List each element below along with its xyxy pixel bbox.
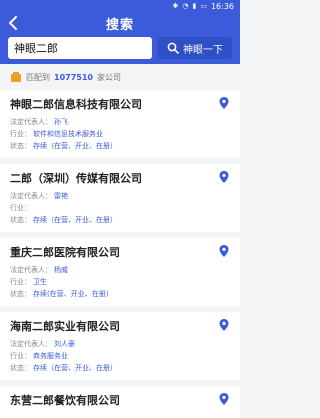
battery-icon: ▭ [200,2,207,10]
rep-row: 法定代表人： 刘人豪 [10,338,230,350]
list-item[interactable]: 二郎（深圳）传媒有限公司 法定代表人： 雷艳 行业： 状态： 存续（在营、开业、在册… [0,164,240,232]
status-label: 状态： [10,216,31,224]
industry-label: 行业： [10,204,31,212]
industry-label: 行业： [10,278,31,286]
location-pin-icon[interactable] [218,392,230,406]
industry-label: 行业： [10,352,31,360]
top-bar: 搜索 [0,12,240,34]
result-list: 神眼二郎信息科技有限公司 法定代表人： 孙飞 行业： 软件和信息技术服务业 状态：存… [0,90,240,418]
list-item[interactable]: 东营二郎餐饮有限公司 [0,386,240,418]
result-summary: 匹配到 1077510 家公司 [0,64,240,90]
back-arrow-icon [9,16,17,30]
company-name: 神眼二郎信息科技有限公司 [10,98,142,111]
status-label: 状态： [10,290,31,298]
status-value: 存续（在营、开业、在册） [33,142,117,150]
industry-row: 行业： 卫生 [10,276,230,288]
status-row: 状态： 存续（在营、开业、在册） [10,214,230,226]
search-input-value: 神眼二郎 [14,42,58,55]
rep-label: 法定代表人： [10,192,52,200]
status-row: 状态： 存续(在营、开业、在册) [10,288,230,300]
rep-label: 法定代表人： [10,118,52,126]
status-value: 存续(在营、开业、在册) [33,290,109,298]
company-name: 海南二郎实业有限公司 [10,320,120,333]
search-icon [167,42,179,54]
rep-value: 刘人豪 [54,340,75,348]
status-value: 存续（在营、开业、在册） [33,364,117,372]
company-name: 重庆二郎医院有限公司 [10,246,120,259]
rep-label: 法定代表人： [10,266,52,274]
search-button-label: 神眼一下 [183,44,223,56]
rep-value: 雷艳 [54,192,68,200]
industry-row: 行业： [10,202,230,214]
status-row: 状态： 存续（在营、开业、在册） [10,362,230,374]
rep-row: 法定代表人： 雷艳 [10,190,230,202]
summary-suffix: 家公司 [96,72,121,82]
industry-label: 行业： [10,130,31,138]
industry-value: 商务服务业 [33,352,68,360]
list-item[interactable]: 重庆二郎医院有限公司 法定代表人： 杨威 行业： 卫生 状态： 存续(在营、开业、在册… [0,238,240,306]
back-button[interactable] [6,14,20,32]
rep-value: 杨威 [54,266,68,274]
company-icon [11,72,21,82]
rep-label: 法定代表人： [10,340,52,348]
signal-icon: ▮ [192,2,197,10]
location-pin-icon[interactable] [218,318,230,332]
rep-row: 法定代表人： 杨威 [10,264,230,276]
search-input[interactable]: 神眼二郎 [8,37,152,59]
industry-value: 卫生 [33,278,47,286]
industry-row: 行业： 商务服务业 [10,350,230,362]
company-name: 二郎（深圳）传媒有限公司 [10,172,142,185]
search-button[interactable]: 神眼一下 [158,37,232,59]
industry-row: 行业： 软件和信息技术服务业 [10,128,230,140]
rep-row: 法定代表人： 孙飞 [10,116,230,128]
location-pin-icon[interactable] [218,244,230,258]
status-value: 存续（在营、开业、在册） [33,216,117,224]
location-pin-icon[interactable] [218,96,230,110]
status-row: 状态： 存续（在营、开业、在册） [10,140,230,152]
list-item[interactable]: 海南二郎实业有限公司 法定代表人： 刘人豪 行业： 商务服务业 状态： 存续（在营、开… [0,312,240,380]
rep-value: 孙飞 [54,118,68,126]
wifi-icon: ◔ [182,2,189,10]
summary-prefix: 匹配到 [26,72,50,82]
location-pin-icon[interactable] [218,170,230,184]
list-item[interactable]: 神眼二郎信息科技有限公司 法定代表人： 孙飞 行业： 软件和信息技术服务业 状态：存… [0,90,240,158]
summary-count: 1077510 [54,72,93,82]
industry-value: 软件和信息技术服务业 [33,130,103,138]
status-label: 状态： [10,142,31,150]
status-bar: ✱ ◔ ▮ ▭ 16:36 [0,0,240,12]
status-label: 状态： [10,364,31,372]
bluetooth-icon: ✱ [172,2,179,10]
search-bar: 神眼二郎 神眼一下 [0,34,240,64]
status-time: 16:36 [210,1,234,11]
company-name: 东营二郎餐饮有限公司 [10,394,120,407]
page-title: 搜索 [105,17,134,33]
